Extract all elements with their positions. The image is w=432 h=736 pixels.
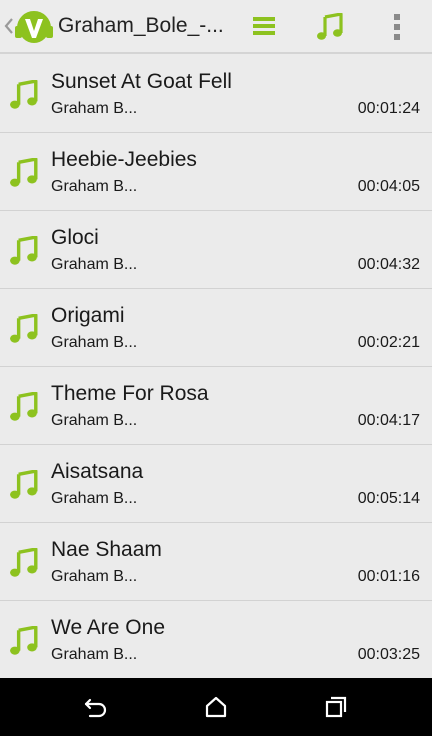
track-artist: Graham B... (51, 646, 138, 663)
track-title: Aisatsana (51, 460, 144, 483)
track-duration: 00:04:05 (357, 178, 420, 195)
track-artist: Graham B... (51, 490, 138, 507)
overflow-menu-button[interactable] (371, 0, 425, 54)
track-list: Sunset At Goat Fell Graham B... 00:01:24 He… (0, 55, 432, 679)
track-title: Origami (51, 304, 125, 327)
music-note-icon (10, 236, 38, 265)
list-button[interactable] (236, 0, 290, 54)
track-row[interactable]: Heebie-Jeebies Graham B... 00:04:05 (0, 133, 432, 211)
nav-home-button[interactable] (186, 678, 246, 736)
music-note-icon (317, 13, 343, 40)
track-title: Gloci (51, 226, 99, 249)
track-row[interactable]: Aisatsana Graham B... 00:05:14 (0, 445, 432, 523)
track-title: Theme For Rosa (51, 382, 209, 405)
track-artist: Graham B... (51, 568, 138, 585)
recents-icon (325, 696, 347, 718)
track-duration: 00:04:17 (357, 412, 420, 429)
track-duration: 00:02:21 (357, 334, 420, 351)
track-row[interactable]: Theme For Rosa Graham B... 00:04:17 (0, 367, 432, 445)
music-note-icon (10, 470, 38, 499)
list-icon (253, 17, 275, 35)
home-icon (205, 696, 227, 718)
music-button[interactable] (303, 0, 357, 54)
track-artist: Graham B... (51, 178, 138, 195)
track-title: Nae Shaam (51, 538, 162, 561)
track-row[interactable]: Gloci Graham B... 00:04:32 (0, 211, 432, 289)
track-duration: 00:01:16 (357, 568, 420, 585)
back-icon (84, 698, 107, 718)
track-title: We Are One (51, 616, 166, 639)
track-title: Sunset At Goat Fell (51, 70, 232, 93)
track-artist: Graham B... (51, 100, 138, 117)
track-duration: 00:03:25 (357, 646, 420, 663)
track-artist: Graham B... (51, 412, 138, 429)
track-duration: 00:01:24 (357, 100, 420, 117)
action-bar: Graham_Bole_-... (0, 0, 432, 54)
music-note-icon (10, 392, 38, 421)
music-note-icon (10, 314, 38, 343)
music-app: Graham_Bole_-... Sunset At Goat Fell Gra… (0, 0, 432, 736)
track-duration: 00:05:14 (357, 490, 420, 507)
track-row[interactable]: Sunset At Goat Fell Graham B... 00:01:24 (0, 55, 432, 133)
up-navigation[interactable]: Graham_Bole_-... (0, 0, 232, 54)
track-duration: 00:04:32 (357, 256, 420, 273)
nav-recents-button[interactable] (306, 678, 366, 736)
track-artist: Graham B... (51, 334, 138, 351)
track-row[interactable]: Origami Graham B... 00:02:21 (0, 289, 432, 367)
navigation-bar (0, 678, 432, 736)
nav-back-button[interactable] (66, 678, 126, 736)
music-note-icon (10, 548, 38, 577)
page-title: Graham_Bole_-... (58, 14, 224, 37)
track-row[interactable]: Nae Shaam Graham B... 00:01:16 (0, 523, 432, 601)
music-note-icon (10, 158, 38, 187)
music-note-icon (10, 80, 38, 109)
track-row[interactable]: We Are One Graham B... 00:03:25 (0, 601, 432, 679)
app-logo-icon (15, 11, 53, 43)
track-title: Heebie-Jeebies (51, 148, 197, 171)
chevron-left-icon (4, 18, 13, 34)
track-artist: Graham B... (51, 256, 138, 273)
more-vert-icon (394, 14, 400, 40)
music-note-icon (10, 626, 38, 655)
